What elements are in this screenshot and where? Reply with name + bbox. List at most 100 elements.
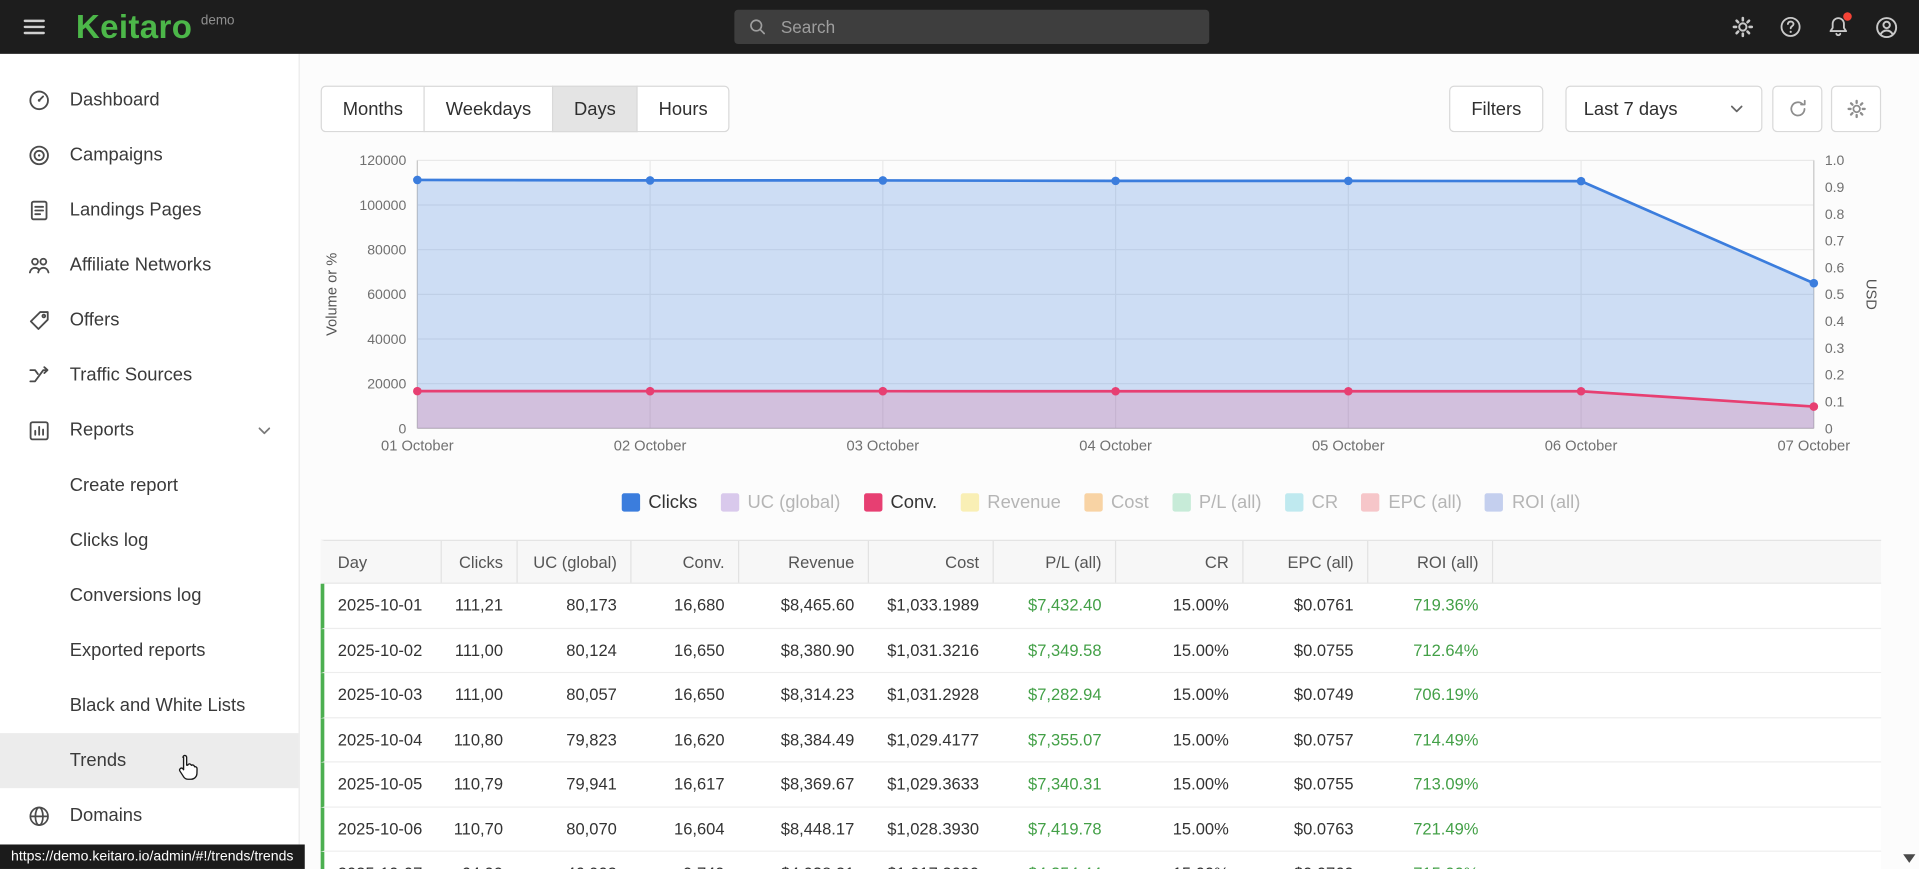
- table-row[interactable]: 2025-10-01 111,21 80,173 16,680 $8,465.60 $1,…: [320, 583, 1882, 629]
- sidebar-item-exported-reports[interactable]: Exported reports: [0, 623, 299, 678]
- dashboard-icon: [27, 88, 51, 112]
- sidebar-item-campaigns[interactable]: Campaigns: [0, 127, 299, 182]
- column-header-uc-global[interactable]: UC (global): [516, 540, 630, 583]
- cell-roi-all: 712.64%: [1413, 641, 1479, 660]
- cell-conv: 9,749: [630, 852, 738, 869]
- column-header-revenue[interactable]: Revenue: [738, 540, 868, 583]
- cell-day: 2025-10-05: [337, 775, 423, 794]
- table-row[interactable]: 2025-10-05 110,79 79,941 16,617 $8,369.67 $1,…: [320, 762, 1882, 808]
- legend-item-revenue[interactable]: Revenue: [960, 492, 1061, 513]
- tab-weekdays[interactable]: Weekdays: [423, 85, 554, 133]
- table-row[interactable]: 2025-10-02 111,00 80,124 16,650 $8,380.90 $1,…: [320, 628, 1882, 674]
- legend-label: ROI (all): [1511, 492, 1581, 513]
- cell-p-l-all: $7,282.94: [1027, 685, 1102, 705]
- svg-text:0.8: 0.8: [1825, 206, 1845, 222]
- legend-item-cr[interactable]: CR: [1284, 492, 1339, 513]
- table-row[interactable]: 2025-10-0764,9946,9029,749$4,938.21$1,01…: [320, 851, 1882, 869]
- table-row[interactable]: 2025-10-06 110,70 80,070 16,604 $8,448.17 $1,…: [320, 807, 1882, 852]
- sidebar-item-conversions-log[interactable]: Conversions log: [0, 568, 299, 623]
- brand-logo[interactable]: Keitaro: [76, 10, 192, 43]
- sidebar-item-domains[interactable]: Domains: [0, 788, 299, 843]
- cell-filler: [1492, 852, 1881, 869]
- gear-icon[interactable]: [1724, 9, 1761, 46]
- tab-months[interactable]: Months: [320, 85, 425, 133]
- hamburger-menu-icon[interactable]: [15, 7, 54, 46]
- cell-cr: 15.00%: [1172, 685, 1229, 705]
- landings-icon: [27, 198, 51, 222]
- toolbar-actions: Filters Last 7 days: [1449, 85, 1882, 133]
- cell-filler: [1492, 718, 1881, 761]
- search-bar[interactable]: [734, 9, 1210, 45]
- refresh-button[interactable]: [1772, 85, 1823, 133]
- report-toolbar: Months Weekdays Days Hours Filters Last 7 d…: [320, 85, 1882, 133]
- sidebar-item-label: Landings Pages: [69, 199, 202, 221]
- column-header-clicks[interactable]: Clicks: [440, 540, 517, 583]
- sidebar-item-dashboard[interactable]: Dashboard: [0, 72, 299, 127]
- brand-badge: demo: [200, 12, 235, 28]
- chevron-down-icon: [255, 420, 275, 440]
- legend-item-cost[interactable]: Cost: [1084, 492, 1149, 513]
- svg-text:80000: 80000: [367, 242, 406, 258]
- column-header-p-l-all[interactable]: P/L (all): [992, 540, 1115, 583]
- column-header-day[interactable]: Day: [324, 541, 440, 583]
- cell-clicks: 110,70: [453, 819, 504, 839]
- cell-cr: 15.00%: [1115, 852, 1242, 869]
- cell-cr: 15.00%: [1172, 775, 1229, 794]
- cell-epc-all: $0.0755: [1293, 775, 1354, 794]
- legend-item-conv[interactable]: Conv.: [863, 492, 937, 513]
- notifications-bell-icon[interactable]: [1820, 9, 1857, 46]
- cell-epc-all: $0.0757: [1293, 730, 1354, 749]
- legend-item-roi-all[interactable]: ROI (all): [1485, 492, 1580, 513]
- cell-revenue: $8,465.60: [780, 596, 855, 615]
- sidebar-item-trends[interactable]: Trends: [0, 733, 299, 789]
- table-row[interactable]: 2025-10-03 111,00 80,057 16,650 $8,314.23 $1,…: [320, 673, 1882, 718]
- chevron-down-icon: [1727, 99, 1747, 119]
- help-icon[interactable]: [1772, 9, 1809, 46]
- legend-label: CR: [1311, 492, 1339, 513]
- cell-filler: [1492, 807, 1881, 850]
- svg-text:USD: USD: [1862, 279, 1878, 310]
- sidebar-item-black-and-white-lists[interactable]: Black and White Lists: [0, 678, 299, 733]
- cell-revenue: $4,938.21: [738, 852, 868, 869]
- sidebar-item-traffic-sources[interactable]: Traffic Sources: [0, 348, 299, 403]
- column-header-cr[interactable]: CR: [1114, 540, 1242, 583]
- affiliates-icon: [27, 253, 51, 277]
- table-row[interactable]: 2025-10-04 110,80 79,823 16,620 $8,384.49 $1,…: [320, 717, 1882, 763]
- date-range-select[interactable]: Last 7 days: [1565, 85, 1763, 133]
- sidebar-item-create-report[interactable]: Create report: [0, 458, 299, 513]
- sidebar-item-offers[interactable]: Offers: [0, 293, 299, 348]
- legend-item-epc-all[interactable]: EPC (all): [1361, 492, 1462, 513]
- legend-swatch: [863, 493, 882, 512]
- tab-hours[interactable]: Hours: [636, 85, 730, 133]
- column-header-cost[interactable]: Cost: [867, 540, 993, 583]
- tab-days[interactable]: Days: [551, 85, 638, 133]
- filters-button[interactable]: Filters: [1449, 85, 1544, 133]
- legend-label: Cost: [1110, 492, 1149, 513]
- legend-label: Revenue: [987, 492, 1061, 513]
- app-window: Keitaro demo DashboardCampaignsL: [0, 0, 1919, 869]
- chart-settings-button[interactable]: [1830, 85, 1882, 133]
- sidebar-item-landings-pages[interactable]: Landings Pages: [0, 182, 299, 237]
- status-url-tooltip: https://demo.keitaro.io/admin/#!/trends/…: [0, 844, 305, 869]
- legend-label: UC (global): [747, 492, 841, 513]
- legend-item-clicks[interactable]: Clicks: [621, 492, 697, 513]
- legend-swatch: [621, 493, 640, 512]
- svg-text:40000: 40000: [367, 331, 406, 347]
- sidebar-item-affiliate-networks[interactable]: Affiliate Networks: [0, 237, 299, 292]
- account-icon[interactable]: [1868, 9, 1905, 46]
- search-input[interactable]: [778, 15, 1196, 38]
- svg-text:0.5: 0.5: [1825, 286, 1845, 302]
- column-header-epc-all[interactable]: EPC (all): [1242, 540, 1367, 583]
- legend-item-uc-global[interactable]: UC (global): [720, 492, 841, 513]
- column-header-roi-all[interactable]: ROI (all): [1367, 540, 1492, 583]
- sidebar-item-clicks-log[interactable]: Clicks log: [0, 513, 299, 568]
- column-header-conv[interactable]: Conv.: [630, 540, 738, 583]
- sidebar-item-reports[interactable]: Reports: [0, 403, 299, 458]
- legend-swatch: [1361, 493, 1380, 512]
- legend-item-p-l-all[interactable]: P/L (all): [1171, 492, 1261, 513]
- cell-revenue: $8,448.17: [780, 819, 855, 839]
- scrollbar-down-arrow[interactable]: [1903, 854, 1916, 863]
- cell-cost: $1,033.1989: [887, 596, 980, 615]
- svg-text:0.2: 0.2: [1825, 367, 1845, 383]
- cell-clicks: 111,00: [454, 685, 504, 705]
